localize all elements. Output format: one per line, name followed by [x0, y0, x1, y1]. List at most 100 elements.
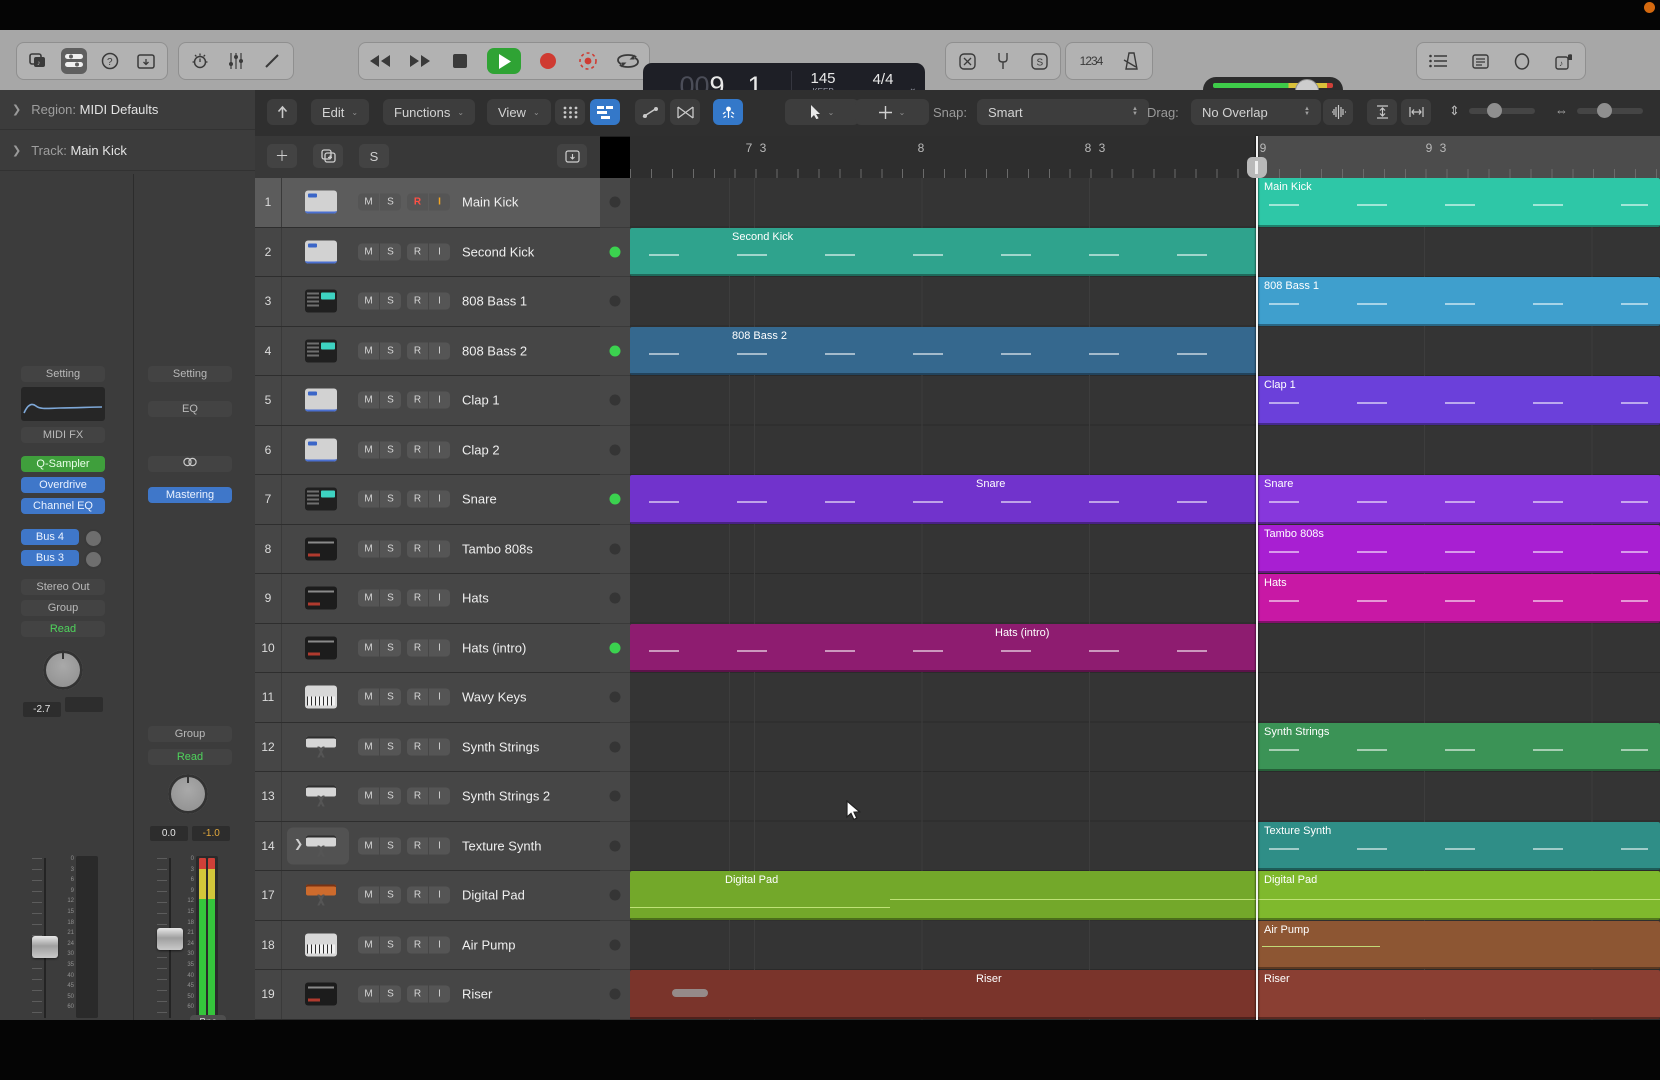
region-second-kick[interactable]: Second Kick	[630, 228, 1257, 277]
track-header-row[interactable]: 14❯MSRITexture Synth	[255, 822, 600, 872]
solo-icon[interactable]: S	[1026, 48, 1052, 74]
send-bus-button[interactable]: Bus 4	[21, 529, 79, 545]
track-inspector-header[interactable]: ❯ Track: Main Kick	[0, 131, 255, 171]
send-level-knob[interactable]	[84, 529, 103, 548]
tuner-icon[interactable]	[990, 48, 1016, 74]
edit-menu[interactable]: Edit⌄	[311, 99, 369, 125]
track-s-button[interactable]: S	[380, 293, 401, 310]
vertical-zoom-slider[interactable]	[1469, 108, 1535, 114]
track-name[interactable]: Texture Synth	[462, 838, 542, 853]
track-i-button[interactable]: I	[429, 392, 450, 409]
region-main-kick[interactable]: Main Kick	[1257, 178, 1660, 227]
vertical-zoom-thumb[interactable]	[1487, 103, 1502, 118]
bar-ruler[interactable]: 7 388 399 3	[630, 136, 1660, 179]
cycle-button[interactable]	[615, 48, 641, 74]
quick-help-icon[interactable]: ?	[97, 48, 123, 74]
plugin-slot-q-sampler[interactable]: Q-Sampler	[21, 456, 105, 472]
track-r-button[interactable]: R	[407, 243, 428, 260]
strip1-gain-value[interactable]	[65, 697, 103, 712]
track-m-button[interactable]: M	[358, 293, 379, 310]
track-m-button[interactable]: M	[358, 243, 379, 260]
track-i-button[interactable]: I	[429, 293, 450, 310]
rewind-button[interactable]	[367, 48, 393, 74]
catch-playhead-icon[interactable]	[713, 99, 743, 125]
record-button[interactable]	[535, 48, 561, 74]
region-digital-pad[interactable]: Digital Pad	[630, 871, 1257, 920]
track-name[interactable]: Wavy Keys	[462, 690, 527, 705]
region-clap-1[interactable]: Clap 1	[1257, 376, 1660, 425]
track-name[interactable]: Clap 2	[462, 442, 500, 457]
media-browser-icon[interactable]: ♪	[1551, 48, 1577, 74]
track-header-row[interactable]: 6MSRIClap 2	[255, 426, 600, 476]
track-name[interactable]: Synth Strings 2	[462, 789, 550, 804]
track-name[interactable]: Snare	[462, 492, 497, 507]
playhead-handle[interactable]	[1247, 157, 1267, 178]
track-header-row[interactable]: 2MSRISecond Kick	[255, 228, 600, 278]
track-name[interactable]: 808 Bass 2	[462, 343, 527, 358]
track-s-button[interactable]: S	[380, 342, 401, 359]
region-texture-synth[interactable]: Texture Synth	[1257, 822, 1660, 871]
strip2-group-button[interactable]: Group	[148, 726, 232, 742]
track-i-button[interactable]: I	[429, 887, 450, 904]
track-header-row[interactable]: 9MSRIHats	[255, 574, 600, 624]
low-latency-icon[interactable]	[187, 48, 213, 74]
strip2-pan-knob[interactable]	[168, 774, 208, 814]
horizontal-auto-zoom-icon[interactable]	[1401, 99, 1431, 125]
strip2-volume-value[interactable]: 0.0	[150, 826, 188, 841]
region-hats-intro-[interactable]: Hats (intro)	[630, 624, 1257, 673]
track-m-button[interactable]: M	[358, 788, 379, 805]
track-s-button[interactable]: S	[380, 689, 401, 706]
horizontal-zoom-thumb[interactable]	[1597, 103, 1612, 118]
horizontal-zoom-slider[interactable]	[1577, 108, 1643, 114]
plugin-slot-channel-eq[interactable]: Channel EQ	[21, 498, 105, 514]
inspector-toggle-icon[interactable]	[61, 48, 87, 74]
track-m-button[interactable]: M	[358, 194, 379, 211]
track-i-button[interactable]: I	[429, 936, 450, 953]
hide-arrange-icon[interactable]	[267, 99, 297, 125]
library-toggle-icon[interactable]: ♪	[25, 48, 51, 74]
track-header-row[interactable]: 7MSRISnare	[255, 475, 600, 525]
command-tool-menu[interactable]: ⌄	[855, 99, 929, 125]
strip1-pan-knob[interactable]	[43, 650, 83, 690]
track-r-button[interactable]: R	[407, 986, 428, 1003]
track-name[interactable]: Tambo 808s	[462, 541, 533, 556]
track-header-row[interactable]: 11MSRIWavy Keys	[255, 673, 600, 723]
track-s-button[interactable]: S	[380, 738, 401, 755]
strip1-output-button[interactable]: Stereo Out	[21, 579, 105, 595]
track-s-button[interactable]: S	[380, 194, 401, 211]
track-s-button[interactable]: S	[380, 392, 401, 409]
strip2-eq-slot[interactable]: EQ	[148, 401, 232, 417]
strip2-fader[interactable]	[163, 858, 177, 1018]
automation-icon[interactable]	[635, 99, 665, 125]
track-name[interactable]: Riser	[462, 987, 492, 1002]
track-name[interactable]: Digital Pad	[462, 888, 525, 903]
strip2-automation-button[interactable]: Read	[148, 749, 232, 765]
track-name[interactable]: Hats	[462, 591, 489, 606]
strip1-fader-cap[interactable]	[32, 936, 58, 958]
track-r-button[interactable]: R	[407, 293, 428, 310]
loop-browser-icon[interactable]	[1509, 48, 1535, 74]
strip2-setting-button[interactable]: Setting	[148, 366, 232, 382]
track-m-button[interactable]: M	[358, 986, 379, 1003]
track-name[interactable]: Hats (intro)	[462, 640, 526, 655]
track-name[interactable]: Air Pump	[462, 937, 515, 952]
forward-button[interactable]	[407, 48, 433, 74]
track-r-button[interactable]: R	[407, 342, 428, 359]
strip1-setting-button[interactable]: Setting	[21, 366, 105, 382]
list-editors-icon[interactable]	[1425, 48, 1451, 74]
track-header-config-icon[interactable]	[557, 144, 587, 168]
region-digital-pad[interactable]: Digital Pad	[1257, 871, 1660, 920]
strip1-automation-button[interactable]: Read	[21, 621, 105, 637]
track-header-row[interactable]: 1MSRIMain Kick	[255, 178, 600, 228]
track-m-button[interactable]: M	[358, 738, 379, 755]
region-snare[interactable]: Snare	[630, 475, 1257, 524]
play-button[interactable]	[487, 48, 521, 74]
capture-record-button[interactable]	[575, 48, 601, 74]
region-synth-strings[interactable]: Synth Strings	[1257, 723, 1660, 772]
send-bus-button[interactable]: Bus 3	[21, 550, 79, 566]
region-808-bass-2[interactable]: 808 Bass 2	[630, 327, 1257, 376]
track-s-button[interactable]: S	[380, 639, 401, 656]
track-r-button[interactable]: R	[407, 689, 428, 706]
track-s-button[interactable]: S	[380, 986, 401, 1003]
track-s-button[interactable]: S	[380, 936, 401, 953]
